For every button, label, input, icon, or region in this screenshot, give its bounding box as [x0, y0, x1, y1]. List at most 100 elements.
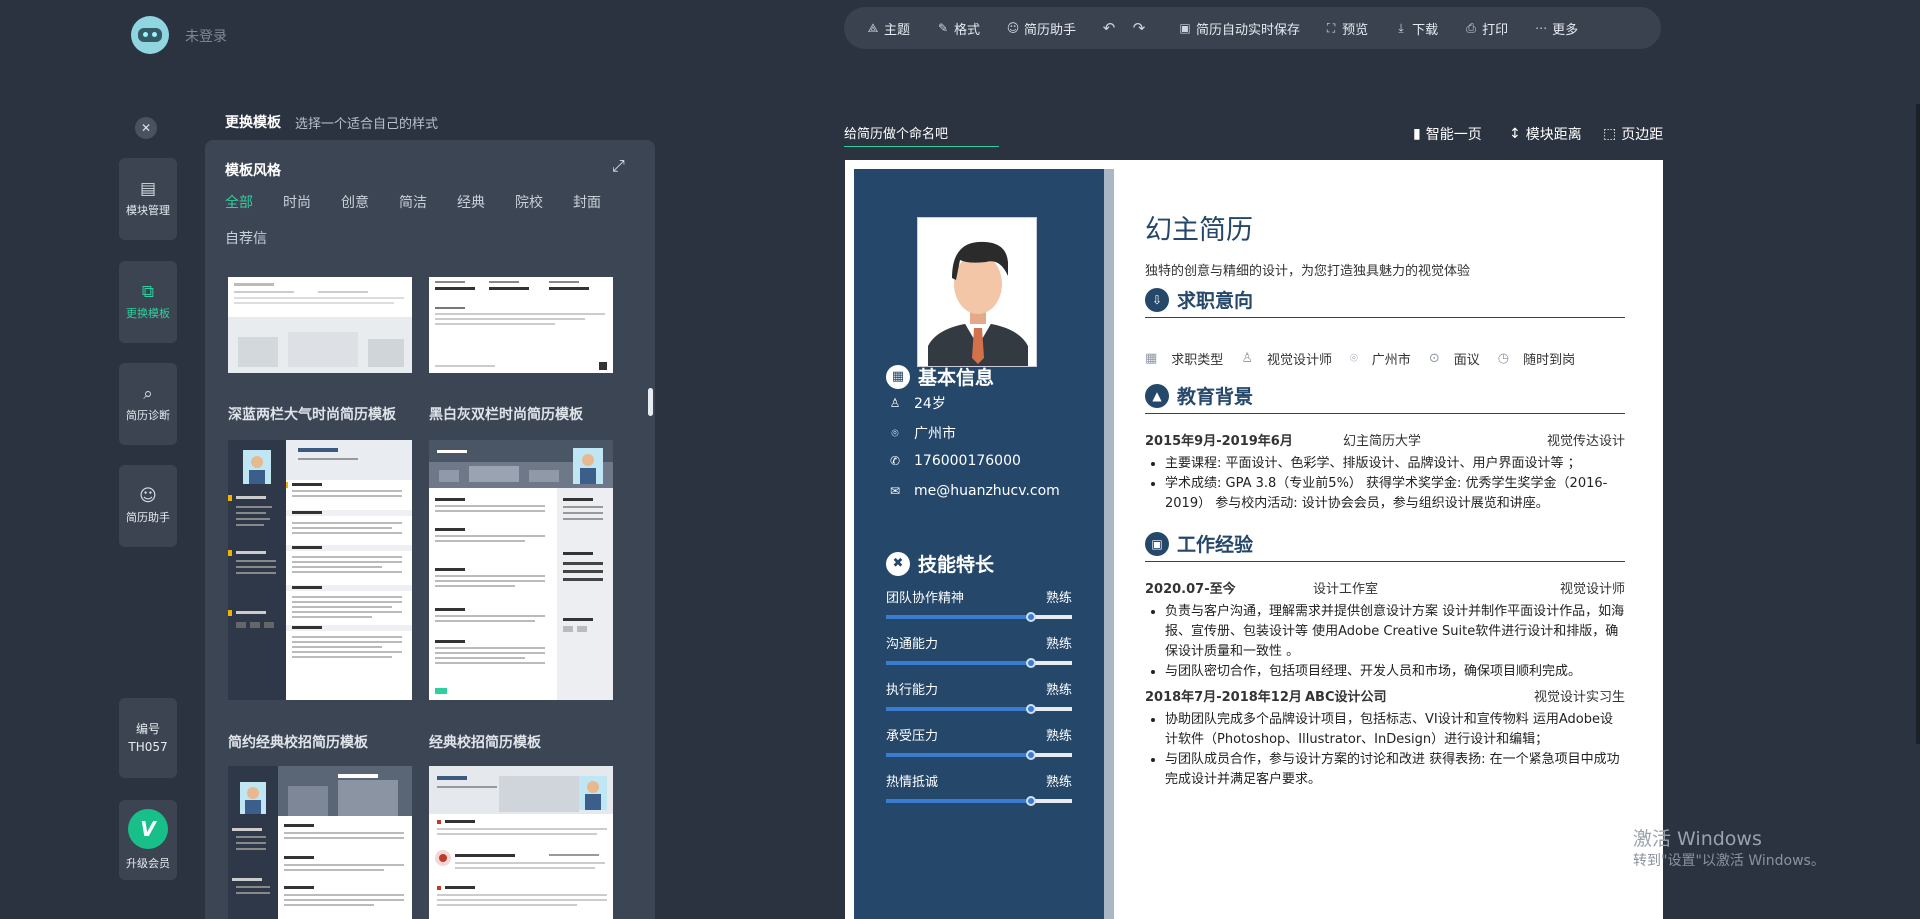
briefcase-icon: ▣ — [1145, 532, 1169, 556]
login-status[interactable]: 未登录 — [185, 26, 227, 46]
module-spacing-button[interactable]: ↕ 模块距离 — [1509, 124, 1582, 144]
skill-bar-fill — [886, 661, 1032, 665]
skill-level: 熟练 — [1045, 775, 1072, 790]
info-phone[interactable]: ✆ 176000176000 — [888, 453, 1021, 469]
rail-item-label: 简历诊断 — [126, 408, 170, 422]
template-thumbnail[interactable] — [228, 440, 412, 700]
category-cover-letter[interactable]: 自荐信 — [225, 228, 267, 248]
profile-photo[interactable] — [917, 217, 1037, 367]
skill-bar[interactable] — [886, 658, 1072, 668]
template-name[interactable]: 经典校招简历模板 — [429, 732, 541, 752]
basic-info-heading: ▦ 基本信息 — [886, 363, 994, 390]
category-school[interactable]: 院校 — [515, 192, 543, 212]
rail-item-module[interactable]: ▤ 模块管理 — [119, 158, 177, 240]
print-button[interactable]: ⎙ 打印 — [1464, 19, 1508, 38]
education-bullets[interactable]: 主要课程: 平面设计、色彩学、排版设计、品牌设计、用户界面设计等 ； 学术成绩:… — [1145, 454, 1625, 514]
education-heading[interactable]: ▲ 教育背景 — [1145, 382, 1625, 414]
person-icon: ♙ — [1241, 351, 1253, 366]
intent-row[interactable]: ▦ 求职类型 ♙ 视觉设计师 ⌾ 广州市 ⊙ 面议 ◷ 随时到岗 — [1145, 349, 1625, 368]
skill-bar[interactable] — [886, 796, 1072, 806]
skill-bar[interactable] — [886, 750, 1072, 760]
upgrade-vip-button[interactable]: V 升级会员 — [119, 800, 177, 880]
template-thumbnail[interactable] — [228, 277, 412, 373]
download-icon: ⤓ — [1398, 20, 1404, 35]
work-title: 工作经验 — [1177, 534, 1254, 556]
age-value: 24岁 — [914, 396, 946, 412]
category-classic[interactable]: 经典 — [457, 192, 485, 212]
download-button[interactable]: ⤓ 下载 — [1394, 19, 1438, 38]
category-all[interactable]: 全部 — [225, 192, 253, 212]
basic-info-title: 基本信息 — [918, 367, 995, 389]
category-simple[interactable]: 简洁 — [399, 192, 427, 212]
skill-bar-knob[interactable] — [1026, 750, 1037, 760]
theme-button[interactable]: ⟁ 主题 — [866, 19, 910, 38]
smart-page-button[interactable]: ▮ 智能一页 — [1413, 124, 1482, 144]
work-date: 2020.07-至今 — [1145, 582, 1236, 597]
intent-type: 求职类型 — [1171, 353, 1224, 368]
category-creative[interactable]: 创意 — [341, 192, 369, 212]
skill-bar-knob[interactable] — [1026, 658, 1037, 668]
skill-item[interactable]: 热情抵诚 熟练 — [886, 771, 1072, 806]
skill-bar-knob[interactable] — [1026, 704, 1037, 714]
resume-subtitle[interactable]: 独特的创意与精细的设计，为您打造独具魅力的视觉体验 — [1145, 260, 1470, 279]
template-thumbnail[interactable] — [429, 277, 613, 373]
skill-bar-fill — [886, 615, 1032, 619]
resume-title[interactable]: 幻主简历 — [1145, 208, 1253, 247]
work-bullets[interactable]: 负责与客户沟通，理解需求并提供创意设计方案 设计并制作平面设计作品，如海报、宣传… — [1145, 602, 1625, 682]
panel-scrollbar[interactable] — [648, 388, 653, 416]
template-id-value: TH057 — [128, 740, 168, 754]
skill-item[interactable]: 执行能力 熟练 — [886, 679, 1072, 714]
template-name[interactable]: 简约经典校招简历模板 — [228, 732, 368, 752]
autosave-button[interactable]: ▣ 简历自动实时保存 — [1178, 19, 1300, 38]
undo-button[interactable]: ↶ — [1102, 19, 1116, 37]
category-fashion[interactable]: 时尚 — [283, 192, 311, 212]
work-heading[interactable]: ▣ 工作经验 — [1145, 530, 1625, 562]
rail-item-assistant[interactable]: ☺ 简历助手 — [119, 465, 177, 547]
module-spacing-label: 模块距离 — [1525, 127, 1582, 143]
skill-name: 沟通能力 — [886, 637, 939, 652]
resume-name-input[interactable]: 给简历做个命名吧 — [844, 123, 999, 147]
resume-page[interactable]: ▦ 基本信息 ♙ 24岁 ⌾ 广州市 ✆ 176000176000 ✉ me@huanzh… — [845, 160, 1663, 919]
preview-button[interactable]: ⛶ 预览 — [1324, 19, 1368, 38]
skill-bar-knob[interactable] — [1026, 612, 1037, 622]
skill-item[interactable]: 团队协作精神 熟练 — [886, 587, 1072, 622]
template-thumbnail[interactable] — [429, 766, 613, 919]
list-item: 与团队密切合作，包括项目经理、开发人员和市场，确保项目顺利完成。 — [1165, 662, 1625, 682]
template-name[interactable]: 黑白灰双栏时尚简历模板 — [429, 404, 583, 424]
work-row[interactable]: 2020.07-至今 设计工作室 视觉设计师 — [1145, 578, 1625, 597]
redo-button[interactable]: ↷ — [1132, 19, 1146, 37]
format-button[interactable]: ✎ 格式 — [936, 19, 980, 38]
info-age[interactable]: ♙ 24岁 — [888, 393, 946, 413]
intent-icon: ⇩ — [1145, 288, 1169, 312]
skill-item[interactable]: 承受压力 熟练 — [886, 725, 1072, 760]
category-cover[interactable]: 封面 — [573, 192, 601, 212]
rail-item-template[interactable]: ⧉ 更换模板 — [119, 261, 177, 343]
education-row[interactable]: 2015年9月-2019年6月 幻主简历大学 视觉传达设计 — [1145, 430, 1625, 449]
clock-icon: ◷ — [1497, 351, 1510, 366]
template-thumbnail[interactable] — [228, 766, 412, 919]
template-name[interactable]: 深蓝两栏大气时尚简历模板 — [228, 404, 396, 424]
module-icon: ▤ — [139, 178, 157, 199]
skill-bar[interactable] — [886, 704, 1072, 714]
user-avatar[interactable] — [131, 16, 169, 54]
assistant-button[interactable]: ☺ 简历助手 — [1006, 19, 1076, 38]
page-margin-button[interactable]: ⬚ 页边距 — [1603, 124, 1663, 144]
windows-watermark-text: 转到"设置"以激活 Windows。 — [1633, 853, 1825, 869]
info-email[interactable]: ✉ me@huanzhucv.com — [888, 483, 1060, 499]
work-row[interactable]: 2018年7月-2018年12月 ABC设计公司 视觉设计实习生 — [1145, 686, 1625, 705]
template-thumbnail[interactable] — [429, 440, 613, 700]
style-label: 模板风格 — [225, 163, 281, 179]
more-button[interactable]: ⋯ 更多 — [1534, 19, 1578, 38]
rail-item-diagnose[interactable]: ⌕ 简历诊断 — [119, 363, 177, 445]
work-bullets[interactable]: 协助团队完成多个品牌设计项目，包括标志、VI设计和宣传物料 运用Adobe设计软… — [1145, 710, 1625, 790]
info-city[interactable]: ⌾ 广州市 — [888, 423, 956, 443]
skill-bar-knob[interactable] — [1026, 796, 1037, 806]
close-panel-button[interactable]: ✕ — [135, 117, 157, 139]
grid-icon: ▦ — [1145, 351, 1158, 366]
skill-item[interactable]: 沟通能力 熟练 — [886, 633, 1072, 668]
expand-icon[interactable]: ⤢ — [612, 156, 625, 176]
intent-heading[interactable]: ⇩ 求职意向 — [1145, 286, 1625, 318]
skill-bar[interactable] — [886, 612, 1072, 622]
intent-availability: 随时到岗 — [1523, 353, 1576, 368]
template-icon: ⧉ — [141, 281, 155, 302]
